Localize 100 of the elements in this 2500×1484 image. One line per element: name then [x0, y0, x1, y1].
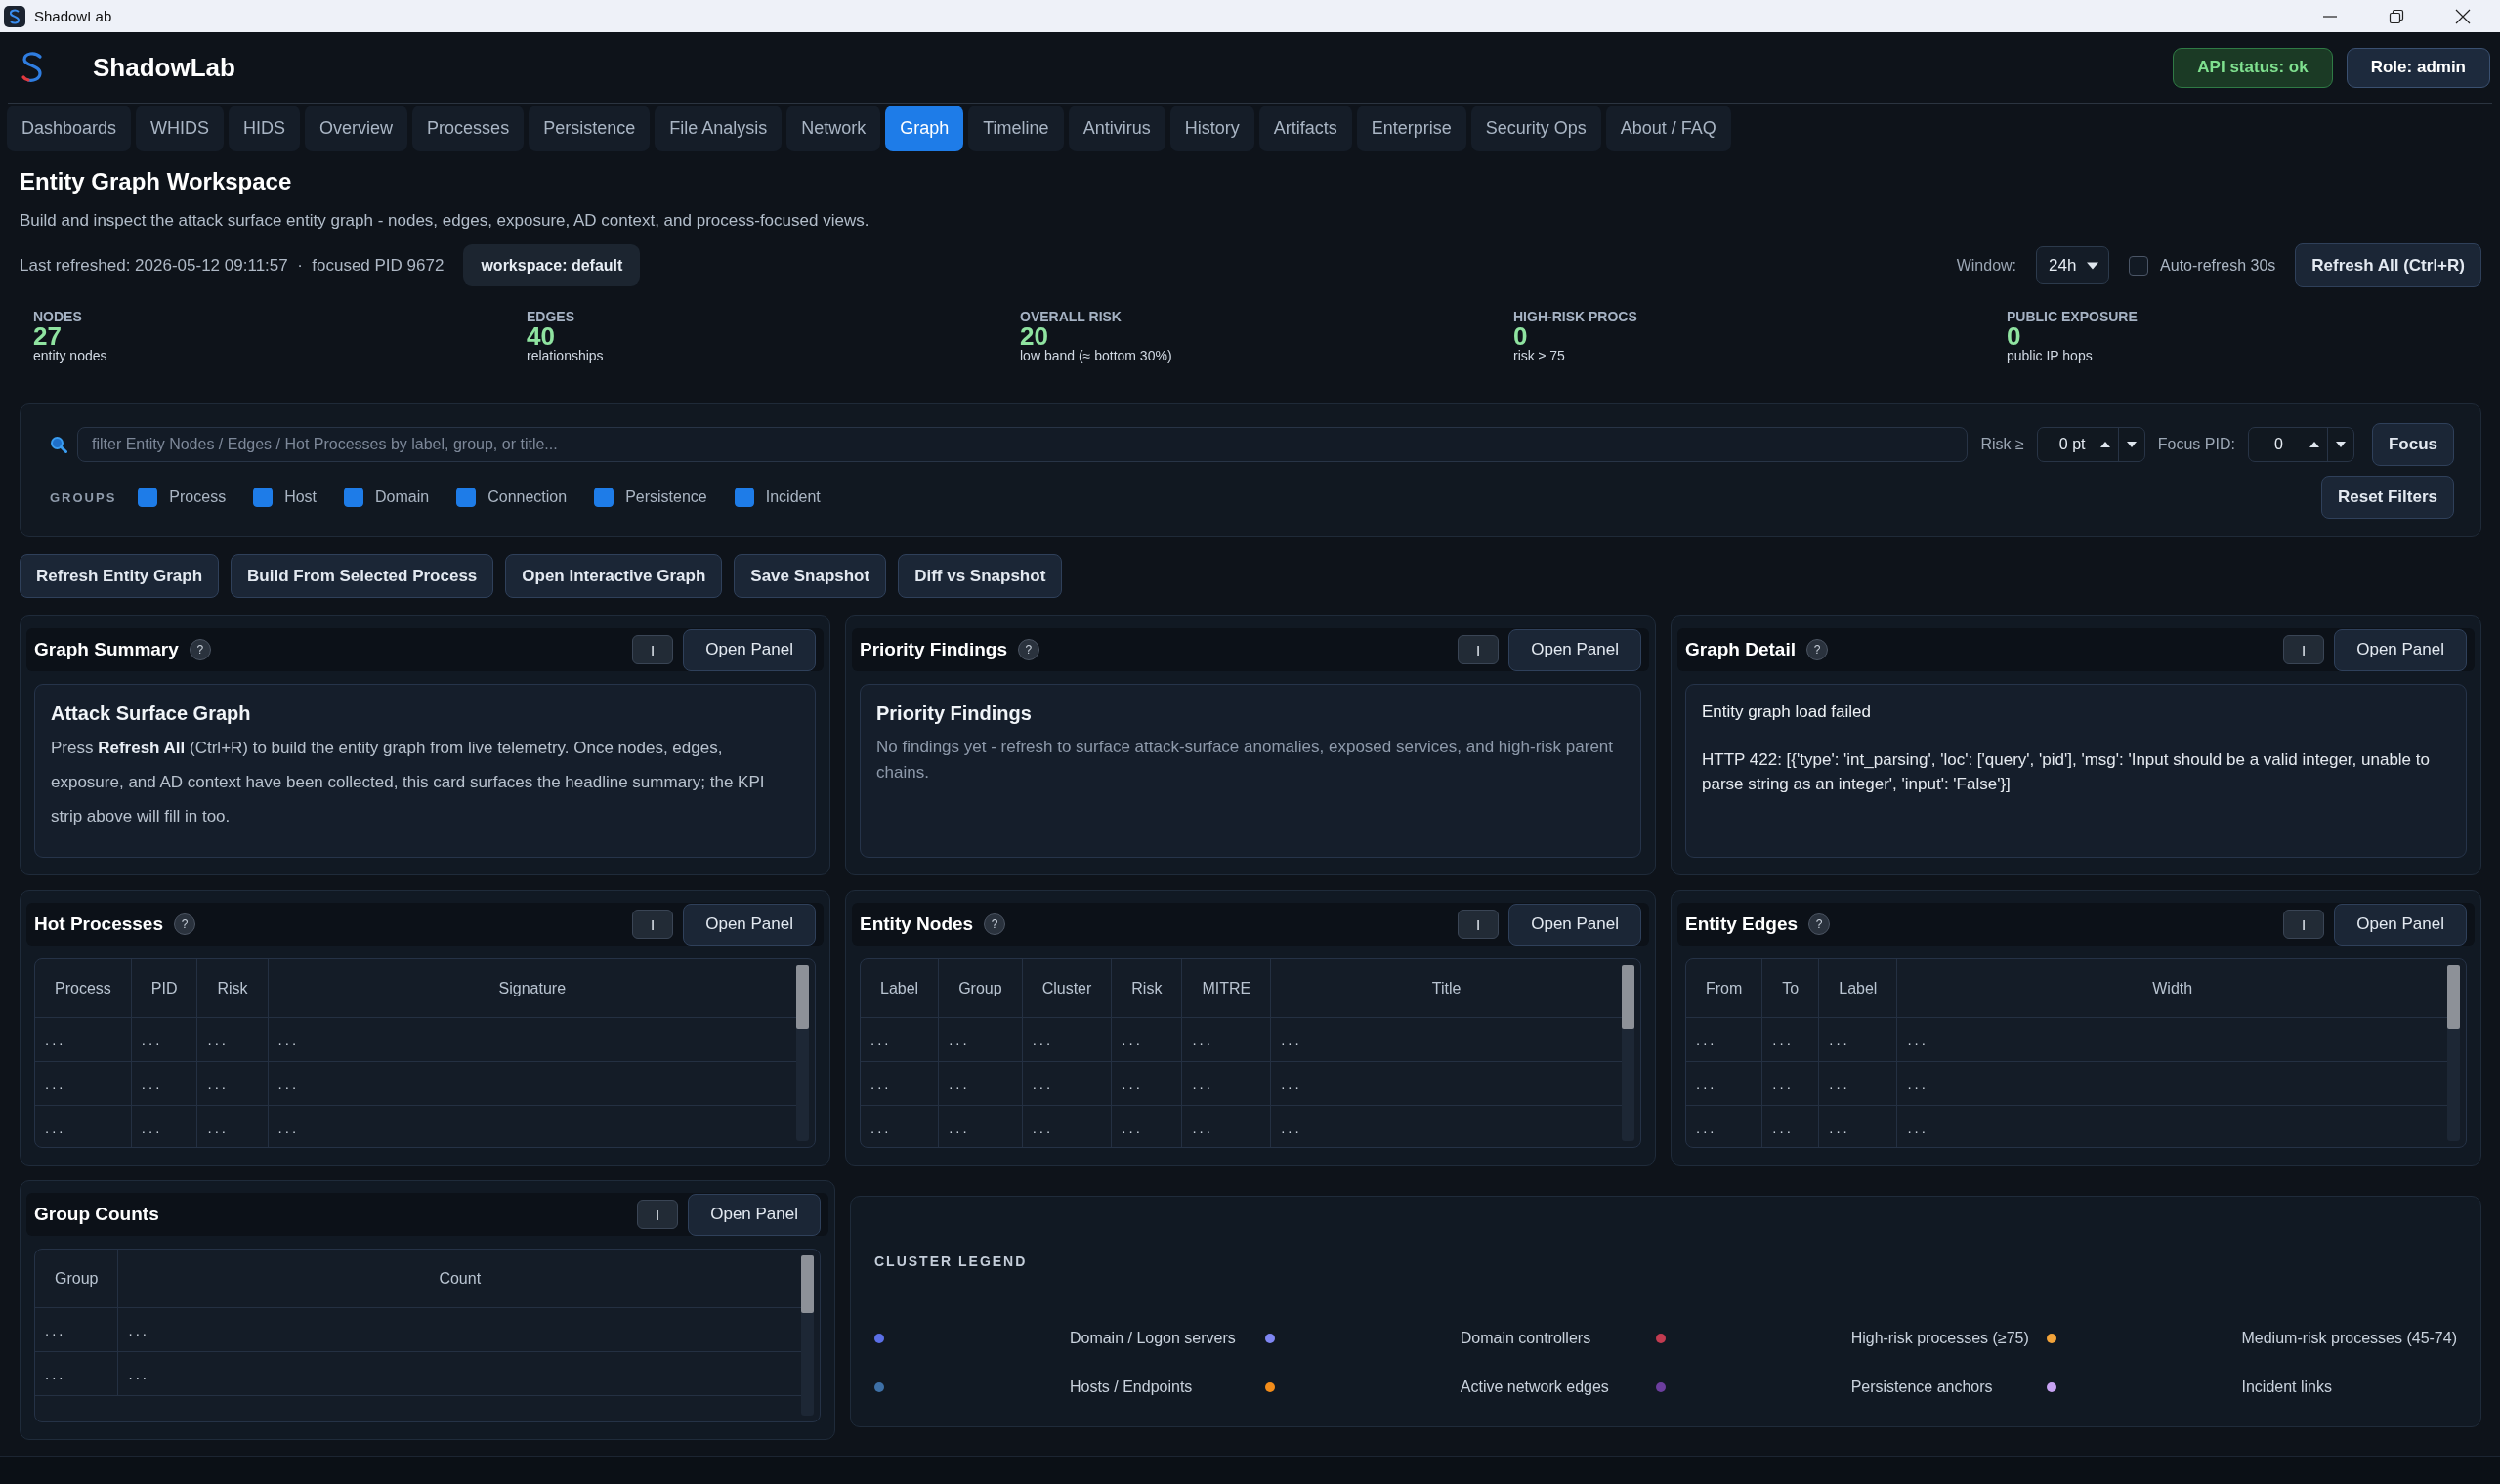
panel-toggle-button[interactable]: I — [1458, 910, 1500, 939]
spin-up-icon[interactable] — [2099, 442, 2110, 447]
action-button[interactable]: Build From Selected Process — [231, 554, 494, 598]
checkbox-label[interactable]: Domain — [375, 488, 430, 506]
nav-tab[interactable]: Timeline — [968, 106, 1064, 151]
kpi-note: low band (≈ bottom 30%) — [1020, 348, 1173, 364]
help-button[interactable]: ? — [189, 639, 211, 660]
open-panel-button[interactable]: Open Panel — [688, 1193, 821, 1236]
nav-tab[interactable]: Enterprise — [1356, 106, 1466, 151]
help-button[interactable]: ? — [1806, 639, 1828, 660]
refresh-info: Last refreshed: 2026-05-12 09:11:57 · focused PID 9672 — [20, 255, 445, 276]
nav-tab[interactable]: Artifacts — [1258, 106, 1352, 151]
close-icon[interactable] — [2455, 8, 2471, 24]
checkbox[interactable] — [594, 488, 614, 507]
table-cell: ... — [1270, 1017, 1622, 1062]
scrollbar[interactable] — [2447, 965, 2460, 1141]
window-select[interactable]: 24h — [2036, 246, 2110, 284]
scrollbar[interactable] — [1622, 965, 1634, 1141]
nav-tab[interactable]: Processes — [412, 106, 525, 151]
table-cell: ... — [196, 1105, 269, 1147]
table-cell: ... — [1270, 1061, 1622, 1106]
workspace-badge: workspace: default — [463, 244, 641, 286]
checkbox-label[interactable]: Auto-refresh 30s — [2160, 256, 2276, 275]
panel-toggle-button[interactable]: I — [2283, 635, 2325, 664]
spin-down-icon[interactable] — [2126, 442, 2137, 447]
table-cell: ... — [861, 1105, 939, 1147]
panel-toggle-button[interactable]: I — [637, 1200, 679, 1229]
table-cell: ... — [1686, 1061, 1762, 1106]
panel-toggle-button[interactable]: I — [632, 910, 674, 939]
checkbox-label[interactable]: Process — [169, 488, 227, 506]
table-cell: ... — [131, 1061, 197, 1106]
spin-down-icon[interactable] — [2335, 442, 2346, 447]
nav-tab[interactable]: Overview — [305, 106, 408, 151]
focus-pid-input[interactable]: 0 — [2247, 427, 2354, 462]
legend-label: Hosts / Endpoints — [1069, 1378, 1194, 1396]
nav-tab[interactable]: Antivirus — [1068, 106, 1165, 151]
table-cell: ... — [938, 1061, 1023, 1106]
action-button[interactable]: Refresh Entity Graph — [20, 554, 220, 598]
nav-tab[interactable]: History — [1169, 106, 1254, 151]
nav-tab[interactable]: File Analysis — [655, 106, 783, 151]
restore-icon[interactable] — [2389, 8, 2404, 24]
search-field[interactable]: filter Entity Nodes / Edges / Hot Processes by label, group, or title... — [77, 427, 1969, 462]
checkbox-label[interactable]: Host — [284, 488, 318, 506]
open-panel-button[interactable]: Open Panel — [1508, 628, 1641, 671]
column-header: Risk — [1111, 959, 1182, 1018]
table-cell: ... — [117, 1351, 801, 1396]
scrollbar[interactable] — [796, 965, 809, 1141]
focus-button[interactable]: Focus — [2371, 423, 2454, 466]
help-button[interactable]: ? — [984, 913, 1006, 935]
table-cell: ... — [1761, 1017, 1819, 1062]
help-button[interactable]: ? — [174, 913, 195, 935]
kpi-label: NODES — [33, 309, 83, 324]
checkbox[interactable] — [2129, 255, 2149, 276]
nav-tab[interactable]: WHIDS — [136, 106, 225, 151]
open-panel-button[interactable]: Open Panel — [2334, 628, 2467, 671]
kpi-label: EDGES — [527, 309, 575, 324]
action-button[interactable]: Save Snapshot — [734, 554, 887, 598]
nav-tab[interactable]: Graph — [885, 106, 964, 151]
kpi-value: 0 — [2007, 324, 2021, 348]
checkbox[interactable] — [456, 488, 477, 507]
checkbox[interactable] — [344, 488, 364, 507]
checkbox-label[interactable]: Persistence — [625, 488, 707, 506]
app-name: ShadowLab — [93, 52, 235, 83]
reset-filters-button[interactable]: Reset Filters — [2320, 476, 2454, 519]
column-header: Width — [1896, 959, 2447, 1018]
panel-toggle-button[interactable]: I — [632, 635, 674, 664]
open-panel-button[interactable]: Open Panel — [683, 628, 816, 671]
help-button[interactable]: ? — [1017, 639, 1039, 660]
card-heading: Priority Findings — [876, 701, 1033, 726]
table-cell: ... — [1761, 1061, 1819, 1106]
table-cell: ... — [1181, 1061, 1271, 1106]
risk-input[interactable]: 0 pt — [2036, 427, 2145, 462]
checkbox[interactable] — [253, 488, 274, 507]
spin-up-icon[interactable] — [2309, 442, 2319, 447]
window-label: Window: — [1956, 256, 2017, 275]
caret-down-icon[interactable] — [2087, 261, 2099, 270]
checkbox-label[interactable]: Connection — [487, 488, 568, 506]
panel-toggle-button[interactable]: I — [2283, 910, 2325, 939]
open-panel-button[interactable]: Open Panel — [683, 903, 816, 946]
panel-toggle-button[interactable]: I — [1458, 635, 1500, 664]
open-panel-button[interactable]: Open Panel — [1508, 903, 1641, 946]
checkbox-label[interactable]: Incident — [765, 488, 821, 506]
help-button[interactable]: ? — [1808, 913, 1831, 935]
nav-tab[interactable]: Security Ops — [1470, 106, 1601, 151]
action-button[interactable]: Diff vs Snapshot — [898, 554, 1063, 598]
open-panel-button[interactable]: Open Panel — [2334, 903, 2467, 946]
action-button[interactable]: Open Interactive Graph — [505, 554, 723, 598]
checkbox[interactable] — [138, 488, 158, 507]
table-cell: ... — [131, 1105, 197, 1147]
column-header: PID — [131, 959, 197, 1018]
refresh-all-button[interactable]: Refresh All (Ctrl+R) — [2295, 243, 2481, 287]
checkbox[interactable] — [734, 488, 754, 507]
nav-tab[interactable]: HIDS — [229, 106, 301, 151]
scrollbar[interactable] — [801, 1255, 814, 1416]
nav-tab[interactable]: Dashboards — [7, 106, 132, 151]
app-icon — [4, 5, 25, 27]
nav-tab[interactable]: Network — [786, 106, 881, 151]
nav-tab[interactable]: Persistence — [529, 106, 651, 151]
nav-tab[interactable]: About / FAQ — [1605, 106, 1731, 151]
table-cell: ... — [196, 1061, 269, 1106]
